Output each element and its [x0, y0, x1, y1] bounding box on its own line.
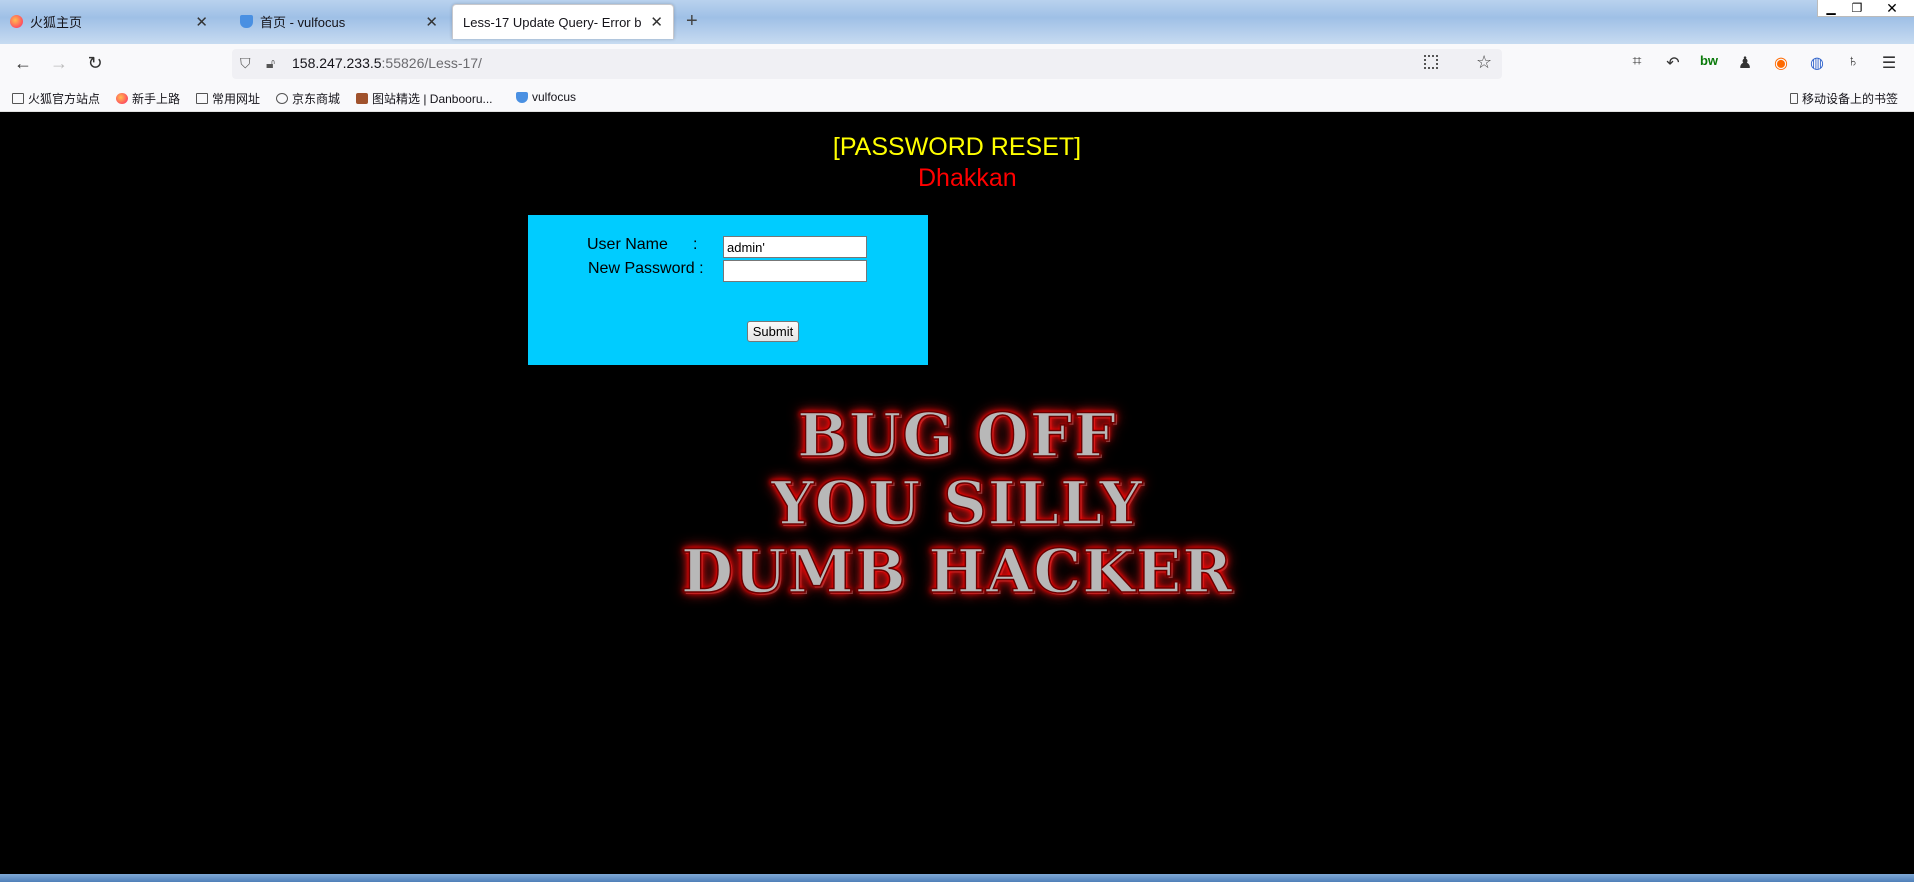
bookmark-label: 常用网址	[212, 92, 261, 106]
menu-icon[interactable]: ☰	[1878, 53, 1900, 73]
bookmark-item[interactable]: 常用网址	[196, 90, 260, 107]
undo-arrow-icon[interactable]: ↶	[1662, 53, 1684, 73]
mobile-device-icon	[1790, 93, 1798, 104]
page-content: [PASSWORD RESET] Dhakkan User Name : New…	[0, 112, 1914, 874]
reload-button[interactable]: ↻	[84, 53, 106, 74]
tab-label: 首页 - vulfocus	[260, 15, 346, 30]
bookmark-label: 图站精选 | Danbooru...	[372, 92, 493, 106]
bookmark-item[interactable]: 新手上路	[116, 90, 180, 107]
new-tab-button[interactable]: +	[686, 10, 698, 33]
bookmark-item[interactable]: 京东商城	[276, 90, 340, 107]
new-password-label: New Password :	[588, 260, 704, 277]
tab-less17[interactable]: Less-17 Update Query- Error bas ✕	[452, 4, 674, 39]
minimize-button[interactable]: ▁	[1818, 0, 1844, 16]
firefox-icon	[10, 15, 23, 28]
banner-line: BUG OFF	[796, 401, 1117, 471]
close-icon[interactable]: ✕	[195, 13, 208, 31]
close-icon[interactable]: ✕	[425, 13, 438, 31]
password-reset-form: User Name : New Password : Submit	[528, 215, 928, 365]
mobile-bookmarks-label: 移动设备上的书签	[1802, 92, 1899, 106]
tab-vulfocus[interactable]: 首页 - vulfocus ✕	[230, 4, 448, 39]
username-label: User Name	[587, 236, 668, 253]
window-controls: ▁ ❐ ✕	[1817, 0, 1914, 17]
vulfocus-shield-icon	[240, 15, 253, 28]
folder-icon	[12, 93, 24, 104]
tab-firefox-home[interactable]: 火狐主页 ✕	[0, 4, 218, 39]
bookmarks-toolbar: 火狐官方站点 新手上路 常用网址 京东商城 图站精选 | Danbooru...…	[0, 84, 1914, 112]
bookmark-item[interactable]: vulfocus	[516, 90, 576, 104]
extension-orange-circle-icon[interactable]: ◉	[1770, 53, 1792, 73]
navigation-toolbar: ← → ↻ ⛉ 🔓︎ 158.247.233.5:55826/Less-17/ …	[0, 44, 1914, 84]
close-icon[interactable]: ✕	[650, 13, 663, 31]
bookmark-label: 火狐官方站点	[28, 92, 101, 106]
screenshot-crop-icon[interactable]: ⌗	[1626, 53, 1648, 71]
url-text[interactable]: 158.247.233.5:55826/Less-17/	[292, 55, 482, 71]
username-input[interactable]	[723, 236, 867, 258]
extension-globe-icon[interactable]: ◍	[1806, 53, 1828, 73]
banner-line: YOU SILLY	[770, 469, 1144, 539]
bookmark-item[interactable]: 图站精选 | Danbooru...	[356, 90, 493, 107]
extension-bw-icon[interactable]: bw	[1698, 53, 1720, 68]
shield-icon[interactable]: ⛉	[240, 55, 251, 72]
url-host: 158.247.233.5	[292, 55, 382, 71]
url-bar[interactable]: ⛉ 🔓︎ 158.247.233.5:55826/Less-17/ ☆	[232, 49, 1502, 79]
folder-icon	[196, 93, 208, 104]
bookmark-label: 新手上路	[132, 92, 181, 106]
extension-spy-icon[interactable]: ♟	[1734, 53, 1756, 73]
back-button[interactable]: ←	[12, 53, 34, 74]
bookmark-item[interactable]: 火狐官方站点	[12, 90, 100, 107]
window-close-button[interactable]: ✕	[1870, 0, 1914, 16]
mobile-bookmarks[interactable]: 移动设备上的书签	[1790, 90, 1898, 107]
bookmark-label: vulfocus	[532, 90, 577, 104]
vulfocus-shield-icon	[516, 91, 528, 103]
restore-button[interactable]: ❐	[1844, 0, 1870, 16]
danbooru-icon	[356, 93, 368, 104]
bookmark-star-icon[interactable]: ☆	[1476, 52, 1492, 73]
insecure-lock-icon[interactable]: 🔓︎	[266, 55, 275, 72]
extension-saturn-icon[interactable]: ♄	[1842, 53, 1864, 71]
username-colon: :	[693, 236, 698, 253]
forward-button[interactable]: →	[48, 53, 70, 74]
bookmark-label: 京东商城	[292, 92, 341, 106]
tab-label: Less-17 Update Query- Error bas	[463, 14, 643, 30]
bug-off-banner: BUG OFF YOU SILLY DUMB HACKER	[0, 401, 1914, 607]
banner-line: DUMB HACKER	[680, 537, 1234, 607]
qr-code-icon[interactable]	[1424, 55, 1438, 69]
page-subtitle: Dhakkan	[918, 164, 1017, 192]
globe-icon	[276, 93, 288, 104]
page-title: [PASSWORD RESET]	[832, 133, 1082, 161]
url-path: :55826/Less-17/	[381, 55, 482, 71]
new-password-input[interactable]	[723, 260, 867, 282]
firefox-icon	[116, 93, 128, 104]
submit-button[interactable]: Submit	[747, 321, 799, 342]
tab-label: 火狐主页	[30, 15, 83, 30]
tab-strip: 火狐主页 ✕ 首页 - vulfocus ✕ Less-17 Update Qu…	[0, 0, 1914, 44]
os-taskbar	[0, 874, 1914, 882]
